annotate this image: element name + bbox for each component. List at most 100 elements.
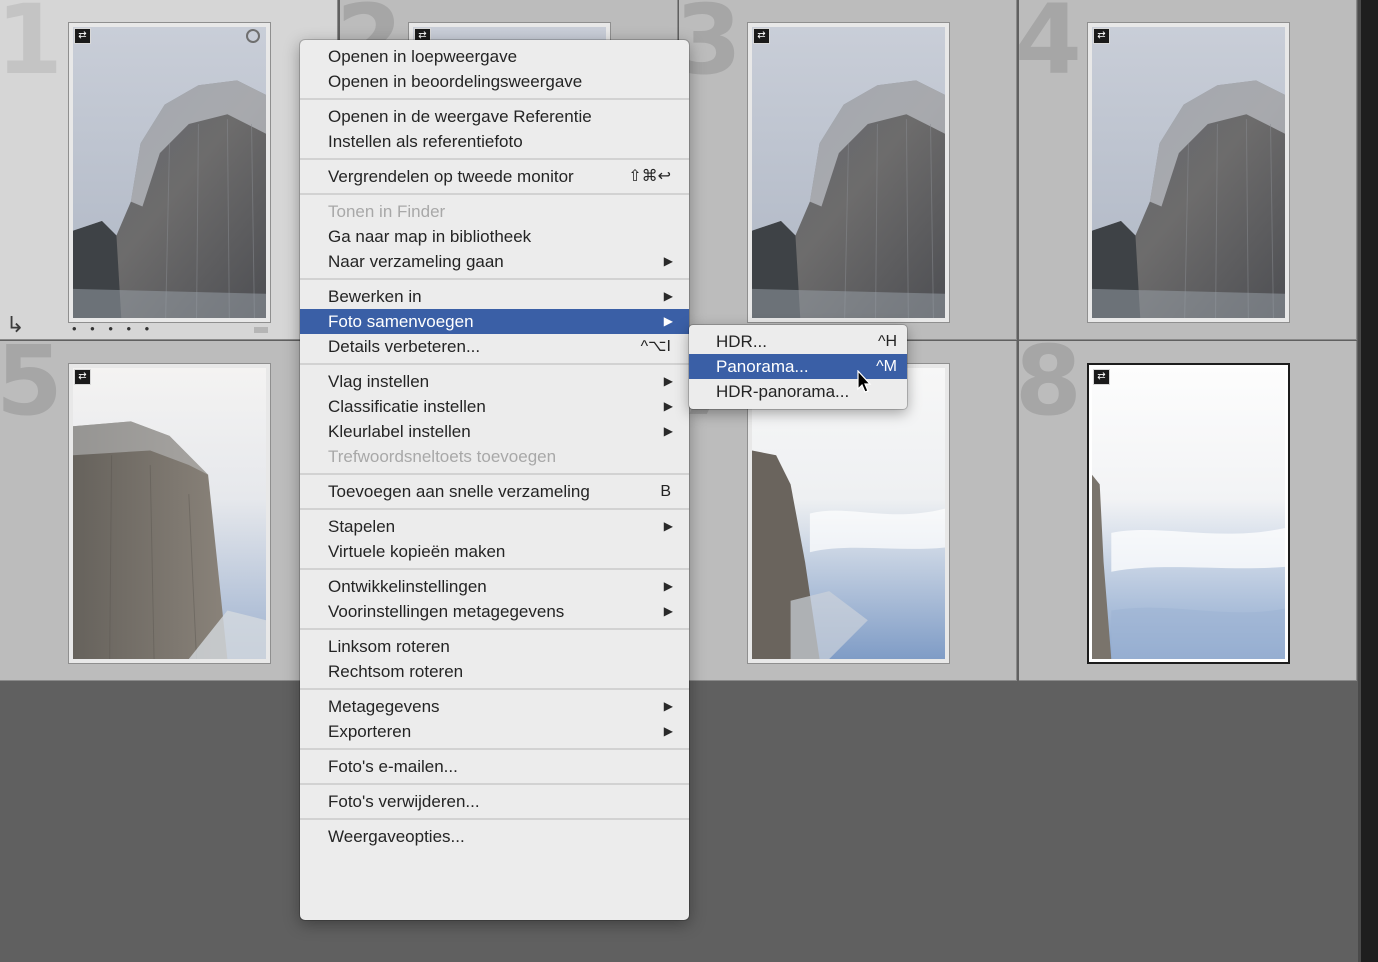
submenu-arrow-icon: ▶ [663,519,673,533]
menu-item-stapelen[interactable]: Stapelen ▶ [300,514,689,539]
menu-item-linksom-roteren[interactable]: Linksom roteren [300,634,689,659]
thumbnail-cell[interactable]: 8 ⇄ [1019,341,1357,681]
menu-item-classificatie-instellen[interactable]: Classificatie instellen ▶ [300,394,689,419]
stack-badge-icon[interactable]: ⇄ [74,369,91,385]
metadata-arrow-icon[interactable]: ↳ [6,314,24,336]
menu-item-hdr[interactable]: HDR... ^H [689,329,907,354]
keyboard-shortcut: ^⌥I [640,338,671,355]
menu-item-panorama[interactable]: Panorama... ^M [689,354,907,379]
menu-item-label: Ontwikkelinstellingen [328,577,487,596]
cell-index-number: 8 [1019,341,1082,437]
submenu-arrow-icon: ▶ [663,699,673,713]
menu-item-details-verbeteren[interactable]: Details verbeteren... ^⌥I [300,334,689,359]
submenu-arrow-icon: ▶ [663,604,673,618]
submenu-arrow-icon: ▶ [663,579,673,593]
scrollbar-track[interactable] [1358,0,1378,962]
quick-collection-circle-icon[interactable] [246,29,260,43]
mouse-cursor-icon [857,370,872,393]
menu-item-label: Panorama... [716,357,809,376]
menu-group: Vergrendelen op tweede monitor ⇧⌘↩ [300,160,689,195]
menu-item-virtuele-kopie-n-maken[interactable]: Virtuele kopieën maken [300,539,689,564]
menu-item-vergrendelen-op-tweede-monitor[interactable]: Vergrendelen op tweede monitor ⇧⌘↩ [300,164,689,189]
menu-item-openen-in-loepweergave[interactable]: Openen in loepweergave [300,44,689,69]
keyboard-shortcut: ^M [876,358,897,375]
rating-dots[interactable]: • • • • • [72,322,154,335]
cell-index-number: 4 [1019,0,1082,96]
menu-item-label: Vlag instellen [328,372,430,391]
menu-group: Metagegevens ▶ Exporteren ▶ [300,690,689,750]
menu-item-vlag-instellen[interactable]: Vlag instellen ▶ [300,369,689,394]
menu-group: Stapelen ▶ Virtuele kopieën maken [300,510,689,570]
menu-group: Bewerken in ▶ Foto samenvoegen ▶ Details ver… [300,280,689,365]
menu-group: Openen in loepweergave Openen in beoordel… [300,40,689,100]
keyboard-shortcut: ^H [877,333,897,350]
menu-item-foto-s-e-mailen[interactable]: Foto's e-mailen... [300,754,689,779]
photo-thumbnail[interactable] [1092,368,1285,659]
menu-item-label: Foto's e-mailen... [328,757,458,776]
menu-group: Vlag instellen ▶ Classificatie instellen ▶ K… [300,365,689,475]
menu-item-ontwikkelinstellingen[interactable]: Ontwikkelinstellingen ▶ [300,574,689,599]
menu-item-openen-in-beoordelingsweergave[interactable]: Openen in beoordelingsweergave [300,69,689,94]
menu-item-label: Voorinstellingen metagegevens [328,602,565,621]
thumbnail-cell[interactable]: 4 ⇄ [1019,0,1357,340]
menu-item-metagegevens[interactable]: Metagegevens ▶ [300,694,689,719]
menu-item-label: Naar verzameling gaan [328,252,504,271]
menu-item-label: Toevoegen aan snelle verzameling [328,482,590,501]
menu-group: Tonen in Finder Ga naar map in bibliothee… [300,195,689,280]
thumbnail-frame[interactable] [1087,22,1290,323]
submenu-arrow-icon: ▶ [663,374,673,388]
photo-thumbnail[interactable] [1092,27,1285,318]
menu-item-exporteren[interactable]: Exporteren ▶ [300,719,689,744]
submenu-arrow-icon: ▶ [663,399,673,413]
submenu-arrow-icon: ▶ [663,314,673,328]
stack-badge-icon[interactable]: ⇄ [753,28,770,44]
menu-item-label: Stapelen [328,517,396,536]
thumbnail-cell[interactable]: 5 ⇄ [0,341,338,681]
photo-thumbnail[interactable] [752,368,945,659]
thumbnail-frame[interactable] [1087,363,1290,664]
menu-item-label: Vergrendelen op tweede monitor [328,167,574,186]
menu-item-label: Openen in loepweergave [328,47,518,66]
thumbnail-cell[interactable]: 3 ⇄ [679,0,1017,340]
stack-badge-icon[interactable]: ⇄ [1093,28,1110,44]
photo-thumbnail[interactable] [73,27,266,318]
menu-item-label: Openen in de weergave Referentie [328,107,592,126]
menu-item-trefwoordsneltoets-toevoegen: Trefwoordsneltoets toevoegen [300,444,689,469]
menu-item-voorinstellingen-metagegevens[interactable]: Voorinstellingen metagegevens ▶ [300,599,689,624]
menu-group: Foto's e-mailen... [300,750,689,785]
menu-item-ga-naar-map-in-bibliotheek[interactable]: Ga naar map in bibliotheek [300,224,689,249]
menu-item-label: Exporteren [328,722,412,741]
menu-group: Toevoegen aan snelle verzameling B [300,475,689,510]
stack-badge-icon[interactable]: ⇄ [1093,369,1110,385]
menu-item-label: Metagegevens [328,697,440,716]
menu-group: Weergaveopties... [300,820,689,853]
thumbnail-cell[interactable]: 1 ⇄ • • • • • ↳ [0,0,338,340]
menu-item-naar-verzameling-gaan[interactable]: Naar verzameling gaan ▶ [300,249,689,274]
menu-item-weergaveopties[interactable]: Weergaveopties... [300,824,689,849]
thumbnail-frame[interactable] [68,363,271,664]
photo-thumbnail[interactable] [752,27,945,318]
menu-item-rechtsom-roteren[interactable]: Rechtsom roteren [300,659,689,684]
menu-item-toevoegen-aan-snelle-verzameling[interactable]: Toevoegen aan snelle verzameling B [300,479,689,504]
menu-item-hdr-panorama[interactable]: HDR-panorama... [689,379,907,404]
menu-item-openen-in-de-weergave-referentie[interactable]: Openen in de weergave Referentie [300,104,689,129]
photo-thumbnail[interactable] [73,368,266,659]
menu-item-label: Instellen als referentiefoto [328,132,523,151]
menu-item-foto-s-verwijderen[interactable]: Foto's verwijderen... [300,789,689,814]
thumbnail-frame[interactable] [68,22,271,323]
thumbnail-frame[interactable] [747,22,950,323]
menu-item-label: Openen in beoordelingsweergave [328,72,583,91]
stack-badge-icon[interactable]: ⇄ [74,28,91,44]
menu-item-foto-samenvoegen[interactable]: Foto samenvoegen ▶ [300,309,689,334]
menu-item-bewerken-in[interactable]: Bewerken in ▶ [300,284,689,309]
color-label-bar [254,327,268,333]
menu-item-instellen-als-referentiefoto[interactable]: Instellen als referentiefoto [300,129,689,154]
menu-group: Foto's verwijderen... [300,785,689,820]
menu-item-kleurlabel-instellen[interactable]: Kleurlabel instellen ▶ [300,419,689,444]
menu-item-label: Weergaveopties... [328,827,465,846]
menu-item-label: Kleurlabel instellen [328,422,471,441]
menu-item-label: Classificatie instellen [328,397,486,416]
submenu-arrow-icon: ▶ [663,289,673,303]
menu-item-label: Trefwoordsneltoets toevoegen [328,447,557,466]
menu-item-label: HDR... [716,332,767,351]
